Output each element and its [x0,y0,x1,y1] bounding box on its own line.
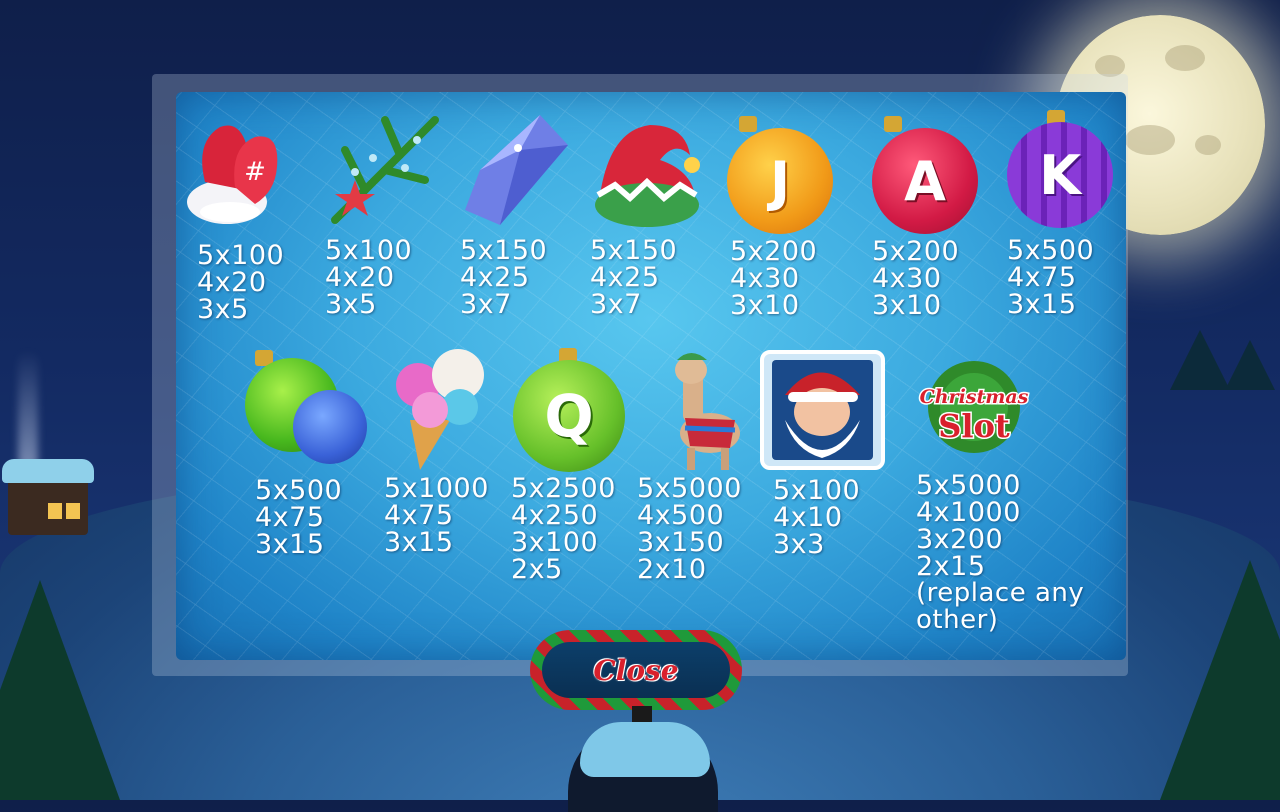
payouts-llama: 5x5000 4x500 3x150 2x10 [637,473,742,585]
payouts-ice-crystal: 5x150 4x25 3x7 [460,235,548,320]
ornament-j-icon: J [727,128,833,234]
cabin-snow [580,722,710,777]
svg-text:Slot: Slot [938,407,1010,445]
payouts-ornament-a: 5x200 4x30 3x10 [872,236,960,321]
ornament-k-icon: K [1007,122,1113,228]
svg-text:#: # [244,157,266,187]
mittens-icon: # [187,125,278,224]
close-label: Close [542,642,730,698]
ice-cream-icon [396,349,484,470]
wild-note: (replace any other) [916,578,1085,635]
house [2,459,94,535]
elf-hat-icon [595,125,700,227]
pine-branch-icon [331,116,439,224]
payouts-pine-branch: 5x100 4x20 3x5 [325,235,413,320]
tree-left [0,580,120,800]
ornament-a-icon: A [872,128,978,234]
chimney-smoke [18,350,38,470]
payouts-ornament-j: 5x200 4x30 3x10 [730,236,818,321]
santa-icon [760,350,885,470]
llama-icon [675,353,740,470]
payouts-elf-hat: 5x150 4x25 3x7 [590,235,678,320]
ornament-q-icon: Q [513,360,625,472]
payouts-mittens: 5x100 4x20 3x5 [197,240,285,325]
payouts-ornament-k: 5x500 4x75 3x15 [1007,235,1095,320]
svg-text:Christmas: Christmas [920,386,1029,408]
close-button[interactable]: Close [530,630,742,710]
payouts-baubles: 5x500 4x75 3x15 [255,475,343,560]
payouts-ice-cream: 5x1000 4x75 3x15 [384,473,489,558]
tree-far-right-2 [1225,340,1275,390]
payouts-christmas-slot: 5x5000 4x1000 3x200 2x15 (replace any other… [916,472,1106,634]
christmas-slot-logo: Christmas Slot [918,361,1030,453]
close-button-wrap: Close [530,630,742,710]
payouts-ornament-q: 5x2500 4x250 3x100 2x5 [511,473,616,585]
ice-crystal-icon [465,115,568,225]
tree-far-right [1170,330,1230,390]
payouts-santa: 5x100 4x10 3x3 [773,475,861,560]
tree-right [1160,560,1280,800]
